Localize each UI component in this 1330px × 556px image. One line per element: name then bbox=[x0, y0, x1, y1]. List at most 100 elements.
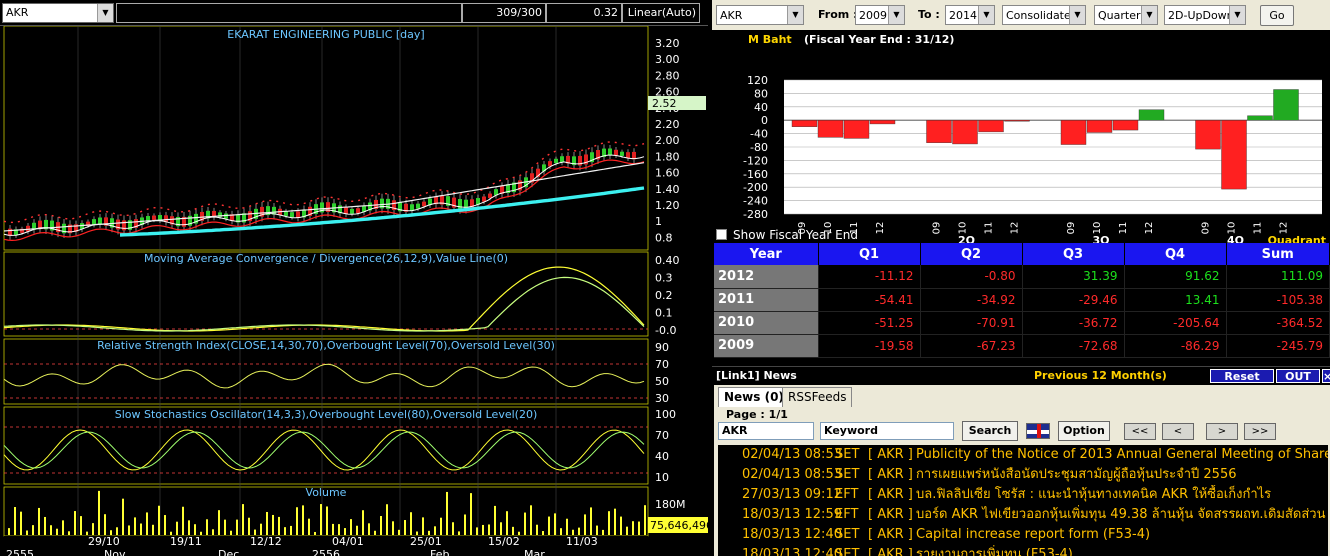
chart-symbol-value: AKR bbox=[6, 6, 29, 19]
view-select[interactable]: 2D-UpDown ▼ bbox=[1164, 5, 1246, 25]
chevron-down-icon[interactable]: ▼ bbox=[978, 6, 994, 24]
volume-bar bbox=[566, 518, 568, 535]
fund-symbol-select[interactable]: AKR ▼ bbox=[716, 5, 804, 25]
table-row[interactable]: 2012 -11.12 -0.80 31.39 91.62 111.09 bbox=[714, 265, 1330, 289]
volume-bar bbox=[98, 490, 100, 535]
news-src: SET bbox=[835, 527, 860, 542]
view-value: 2D-UpDown bbox=[1168, 9, 1234, 22]
candle-body bbox=[620, 151, 624, 156]
news-item[interactable]: 02/04/13 08:53 SET [ AKR ] การเผยแพร่หนังสื… bbox=[718, 465, 1328, 485]
bar-q3-2010 bbox=[1086, 119, 1113, 133]
news-text: บล.ฟิลลิปเซีย โซรัส : แนะนำหุ้นทางเทคนิค… bbox=[916, 487, 1272, 502]
col-q3[interactable]: Q3 bbox=[1022, 243, 1125, 265]
cell-q3: -72.68 bbox=[1022, 334, 1125, 358]
chevron-down-icon[interactable]: ▼ bbox=[97, 4, 113, 22]
news-src: EFT bbox=[835, 507, 859, 522]
volume-bar bbox=[488, 524, 490, 535]
price-tick-label: 2.00 bbox=[655, 134, 680, 147]
bar-q3-2012 bbox=[1138, 109, 1165, 121]
next-page-button[interactable]: > bbox=[1206, 423, 1238, 440]
news-item[interactable]: 27/03/13 09:12 EFT [ AKR ] บล.ฟิลลิปเซีย โซ… bbox=[718, 485, 1328, 505]
volume-bar bbox=[92, 523, 94, 535]
cell-q3: -36.72 bbox=[1022, 311, 1125, 335]
volume-bar bbox=[140, 523, 142, 535]
price-tick-label: 3.20 bbox=[655, 37, 680, 50]
prev-page-button[interactable]: < bbox=[1162, 423, 1194, 440]
option-button[interactable]: Option bbox=[1058, 421, 1110, 441]
volume-bar bbox=[440, 517, 442, 535]
volume-bar bbox=[626, 526, 628, 535]
english-flag-icon[interactable] bbox=[1026, 423, 1050, 439]
volume-bar bbox=[554, 513, 556, 535]
last-page-button[interactable]: >> bbox=[1244, 423, 1276, 440]
chart-name-box bbox=[116, 3, 462, 23]
statement-select[interactable]: Consolidated ▼ bbox=[1002, 5, 1086, 25]
col-sum[interactable]: Sum bbox=[1226, 243, 1330, 265]
cell-q4: 91.62 bbox=[1124, 265, 1227, 289]
show-fiscal-checkbox[interactable] bbox=[716, 229, 727, 240]
date-label: 11/03 bbox=[566, 535, 598, 548]
news-date: 02/04/13 08:53 bbox=[742, 447, 842, 462]
search-button[interactable]: Search bbox=[962, 421, 1018, 441]
chevron-down-icon[interactable]: ▼ bbox=[1141, 6, 1157, 24]
to-year-select[interactable]: 2014 ▼ bbox=[945, 5, 995, 25]
candle-body bbox=[356, 208, 360, 214]
candle-body bbox=[98, 217, 102, 225]
first-page-button[interactable]: << bbox=[1124, 423, 1156, 440]
volume-bar bbox=[20, 511, 22, 535]
volume-bar bbox=[8, 528, 10, 535]
chevron-down-icon[interactable]: ▼ bbox=[787, 6, 803, 24]
cell-sum: -105.38 bbox=[1226, 288, 1330, 312]
month-label: Feb bbox=[430, 548, 449, 556]
y-tick-label: 120 bbox=[747, 74, 768, 87]
candle-body bbox=[626, 152, 630, 159]
cell-sum: 111.09 bbox=[1226, 265, 1330, 289]
news-date: 18/03/13 12:40 bbox=[742, 547, 842, 556]
from-year-select[interactable]: 2009 ▼ bbox=[855, 5, 905, 25]
tab-rssfeeds[interactable]: RSSFeeds bbox=[782, 387, 853, 407]
reset-button[interactable]: Reset bbox=[1210, 369, 1274, 383]
news-symbol-input[interactable]: AKR bbox=[718, 422, 814, 440]
volume-bar bbox=[368, 523, 370, 535]
table-row[interactable]: 2009 -19.58 -67.23 -72.68 -86.29 -245.79 bbox=[714, 334, 1330, 358]
volume-bar bbox=[470, 493, 472, 535]
keyword-input[interactable]: Keyword bbox=[820, 422, 954, 440]
bar-q4-2009 bbox=[1195, 119, 1221, 150]
volume-bar bbox=[38, 507, 40, 535]
out-button[interactable]: OUT bbox=[1276, 369, 1320, 383]
scale-mode-button[interactable]: Linear(Auto) bbox=[622, 3, 700, 23]
col-year[interactable]: Year bbox=[714, 243, 819, 265]
col-q4[interactable]: Q4 bbox=[1124, 243, 1227, 265]
news-item[interactable]: 18/03/13 12:40 SET [ AKR ] รายงานการเพิ่มทุ… bbox=[718, 545, 1328, 556]
news-item[interactable]: 18/03/13 12:40 SET [ AKR ] Capital increase… bbox=[718, 525, 1328, 545]
news-item[interactable]: 18/03/13 12:59 EFT [ AKR ] บอร์ด AKR ไฟเขีย… bbox=[718, 505, 1328, 525]
period-value: Quarter bbox=[1098, 9, 1141, 22]
year-tick-label: 12 bbox=[1010, 222, 1021, 235]
volume-bar bbox=[14, 507, 16, 535]
chevron-down-icon[interactable]: ▼ bbox=[888, 6, 904, 24]
tab-news[interactable]: News (0) bbox=[718, 387, 790, 407]
volume-bar bbox=[296, 507, 298, 535]
news-sym: [ AKR ] bbox=[868, 547, 913, 556]
chevron-down-icon[interactable]: ▼ bbox=[1229, 6, 1245, 24]
price-tick-label: 2.20 bbox=[655, 118, 680, 131]
table-row[interactable]: 2010 -51.25 -70.91 -36.72 -205.64 -364.52 bbox=[714, 311, 1330, 335]
year-tick-label: 12 bbox=[1144, 222, 1155, 235]
chart-symbol-select[interactable]: AKR ▼ bbox=[2, 3, 114, 23]
year-tick-label: 10 bbox=[1227, 222, 1238, 235]
rsi-tick-label: 30 bbox=[655, 392, 669, 405]
volume-bar bbox=[422, 517, 424, 535]
go-button[interactable]: Go bbox=[1260, 5, 1294, 26]
col-q1[interactable]: Q1 bbox=[818, 243, 921, 265]
table-row[interactable]: 2011 -54.41 -34.92 -29.46 13.41 -105.38 bbox=[714, 288, 1330, 312]
news-item[interactable]: 02/04/13 08:53 SET [ AKR ] Publicity of the… bbox=[718, 445, 1328, 465]
cell-q2: -70.91 bbox=[920, 311, 1023, 335]
chevron-down-icon[interactable]: ▼ bbox=[1069, 6, 1085, 24]
period-select[interactable]: Quarter ▼ bbox=[1094, 5, 1158, 25]
col-q2[interactable]: Q2 bbox=[920, 243, 1023, 265]
show-fiscal-row[interactable]: Show Fiscal Year End bbox=[716, 227, 858, 243]
close-icon[interactable]: × bbox=[1322, 369, 1330, 383]
volume-bar bbox=[620, 516, 622, 535]
bar-q2-2010 bbox=[952, 119, 978, 145]
rsi-tick-label: 70 bbox=[655, 358, 669, 371]
